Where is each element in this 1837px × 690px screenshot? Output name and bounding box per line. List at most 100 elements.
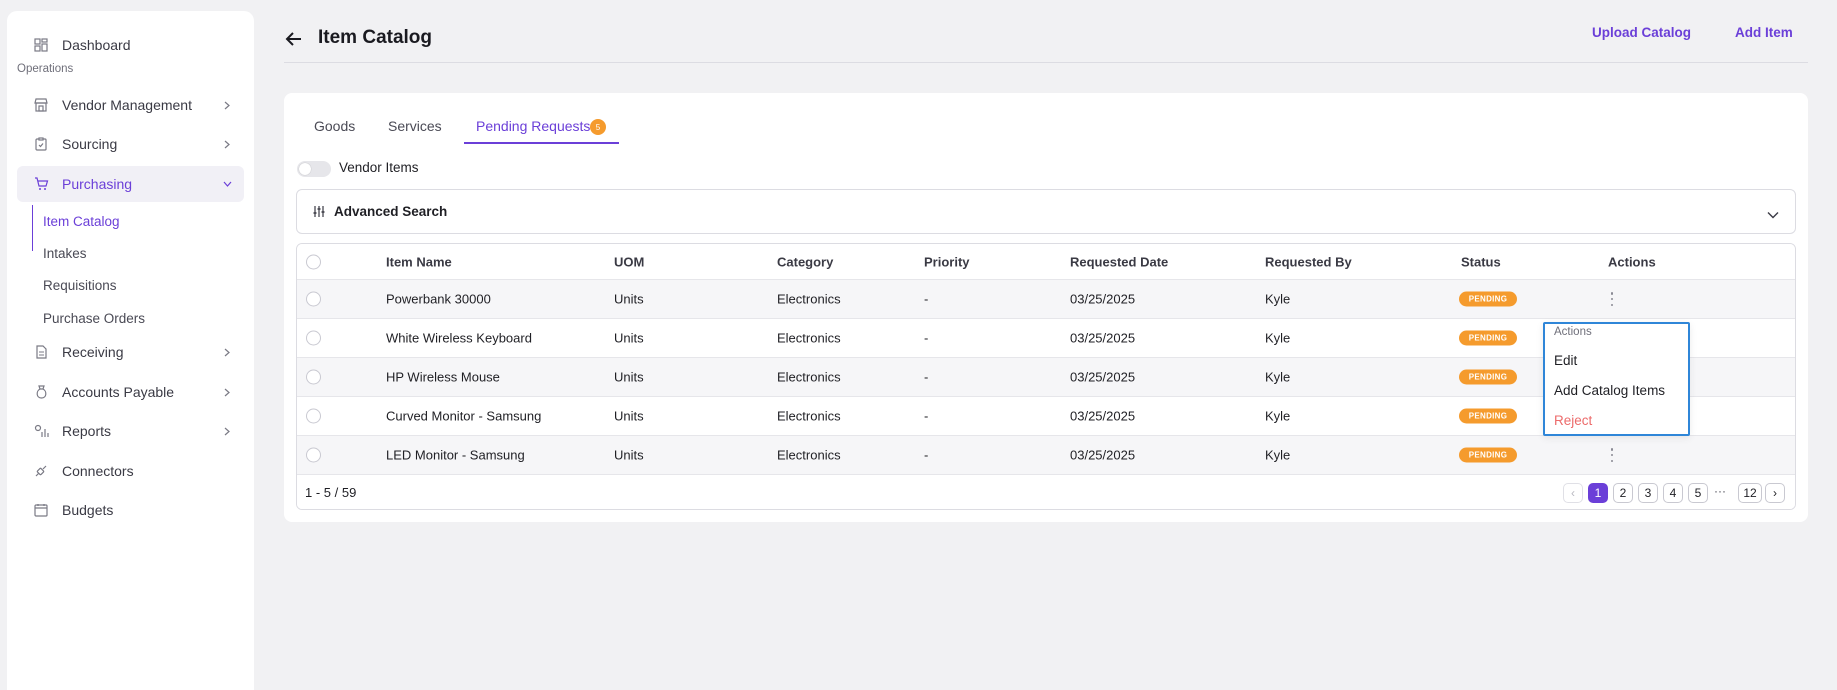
table-row[interactable]: LED Monitor - Samsung Units Electronics … — [297, 436, 1795, 475]
upload-catalog-button[interactable]: Upload Catalog — [1592, 25, 1691, 40]
nav-purchase-orders[interactable]: Purchase Orders — [43, 311, 145, 326]
nav-item-catalog[interactable]: Item Catalog — [43, 214, 120, 229]
cell-item-name: LED Monitor - Samsung — [386, 447, 525, 463]
cell-uom: Units — [614, 447, 644, 463]
nav-receiving-label: Receiving — [62, 344, 124, 360]
pending-count-badge: 5 — [590, 119, 606, 135]
column-header-requested-date[interactable]: Requested Date — [1070, 254, 1168, 269]
cart-icon — [33, 176, 49, 192]
chevron-right-icon — [222, 387, 232, 397]
cell-requested-by: Kyle — [1265, 447, 1291, 463]
cell-uom: Units — [614, 291, 644, 307]
nav-intakes[interactable]: Intakes — [43, 246, 87, 261]
chevron-down-icon — [1767, 206, 1779, 219]
column-header-priority[interactable]: Priority — [924, 254, 970, 269]
menu-item-reject[interactable]: Reject — [1554, 413, 1592, 428]
status-badge: PENDING — [1459, 408, 1517, 424]
nav-vendor-management-label: Vendor Management — [62, 97, 192, 113]
row-checkbox[interactable] — [306, 408, 321, 424]
column-header-item-name[interactable]: Item Name — [386, 254, 452, 269]
active-tab-indicator — [464, 142, 619, 144]
row-checkbox[interactable] — [306, 291, 321, 307]
tab-services[interactable]: Services — [388, 118, 442, 134]
cell-uom: Units — [614, 408, 644, 424]
cell-priority: - — [924, 447, 929, 463]
vendor-items-toggle[interactable] — [297, 161, 331, 177]
nav-sourcing[interactable]: Sourcing — [17, 126, 244, 162]
nav-budgets[interactable]: Budgets — [17, 492, 244, 528]
row-checkbox[interactable] — [306, 369, 321, 385]
nav-requisitions[interactable]: Requisitions — [43, 278, 117, 293]
cell-item-name: HP Wireless Mouse — [386, 369, 500, 385]
nav-reports[interactable]: Reports — [17, 413, 244, 449]
nav-dashboard[interactable]: Dashboard — [17, 27, 244, 63]
cell-requested-by: Kyle — [1265, 408, 1291, 424]
plug-icon — [33, 463, 49, 479]
pagination-page-12[interactable]: 12 — [1738, 483, 1762, 503]
row-checkbox[interactable] — [306, 447, 321, 463]
chevron-down-icon — [222, 179, 232, 189]
advanced-search-panel[interactable]: Advanced Search — [296, 189, 1796, 234]
dashboard-icon — [33, 37, 49, 53]
cell-item-name: Powerbank 30000 — [386, 291, 491, 307]
table-row[interactable]: Powerbank 30000 Units Electronics - 03/2… — [297, 280, 1795, 319]
status-badge: PENDING — [1459, 447, 1517, 463]
menu-item-edit[interactable]: Edit — [1554, 353, 1577, 368]
toggle-knob — [299, 163, 311, 175]
cell-requested-by: Kyle — [1265, 330, 1291, 346]
chevron-right-icon — [222, 426, 232, 436]
table-header-row: Item Name UOM Category Priority Requeste… — [297, 244, 1795, 280]
column-header-uom[interactable]: UOM — [614, 254, 644, 269]
nav-connectors[interactable]: Connectors — [17, 453, 244, 489]
nav-sourcing-label: Sourcing — [62, 136, 118, 152]
cell-category: Electronics — [777, 330, 841, 346]
active-sub-rail — [32, 205, 33, 251]
cell-priority: - — [924, 291, 929, 307]
nav-dashboard-label: Dashboard — [62, 37, 131, 53]
pagination-page-1[interactable]: 1 — [1588, 483, 1608, 503]
pagination-page-3[interactable]: 3 — [1638, 483, 1658, 503]
nav-vendor-management[interactable]: Vendor Management — [17, 87, 244, 123]
chevron-right-icon — [222, 100, 232, 110]
sliders-icon — [313, 205, 325, 218]
catalog-card: Goods Services Pending Requests 5 Vendor… — [284, 93, 1808, 522]
cell-priority: - — [924, 330, 929, 346]
nav-connectors-label: Connectors — [62, 463, 134, 479]
cell-priority: - — [924, 408, 929, 424]
cell-priority: - — [924, 369, 929, 385]
cell-requested-date: 03/25/2025 — [1070, 408, 1136, 424]
cell-requested-date: 03/25/2025 — [1070, 369, 1136, 385]
pagination-page-2[interactable]: 2 — [1613, 483, 1633, 503]
nav-budgets-label: Budgets — [62, 502, 114, 518]
cell-category: Electronics — [777, 447, 841, 463]
back-arrow-icon[interactable] — [284, 30, 304, 48]
more-vertical-icon[interactable] — [1607, 292, 1617, 306]
cell-item-name: White Wireless Keyboard — [386, 330, 532, 346]
menu-item-add-catalog-items[interactable]: Add Catalog Items — [1554, 383, 1665, 398]
nav-accounts-payable[interactable]: Accounts Payable — [17, 374, 244, 410]
nav-reports-label: Reports — [62, 423, 112, 439]
more-vertical-icon[interactable] — [1607, 448, 1617, 462]
pagination-next-button[interactable]: › — [1765, 483, 1785, 503]
tab-pending-requests[interactable]: Pending Requests — [476, 118, 590, 134]
document-icon — [33, 344, 49, 360]
status-badge: PENDING — [1459, 330, 1517, 346]
row-checkbox[interactable] — [306, 330, 321, 346]
reports-icon — [33, 423, 49, 439]
column-header-requested-by[interactable]: Requested By — [1265, 254, 1352, 269]
pagination-page-4[interactable]: 4 — [1663, 483, 1683, 503]
column-header-status[interactable]: Status — [1461, 254, 1501, 269]
tab-goods[interactable]: Goods — [314, 118, 355, 134]
pagination-page-5[interactable]: 5 — [1688, 483, 1708, 503]
add-item-button[interactable]: Add Item — [1735, 25, 1793, 40]
pagination-prev-button[interactable]: ‹ — [1563, 483, 1583, 503]
store-icon — [33, 97, 49, 113]
cell-uom: Units — [614, 330, 644, 346]
nav-receiving[interactable]: Receiving — [17, 334, 244, 370]
advanced-search-label: Advanced Search — [334, 204, 448, 219]
status-badge: PENDING — [1459, 291, 1517, 307]
column-header-category[interactable]: Category — [777, 254, 833, 269]
select-all-checkbox[interactable] — [306, 254, 321, 269]
nav-purchasing[interactable]: Purchasing — [17, 166, 244, 202]
calendar-icon — [33, 502, 49, 518]
